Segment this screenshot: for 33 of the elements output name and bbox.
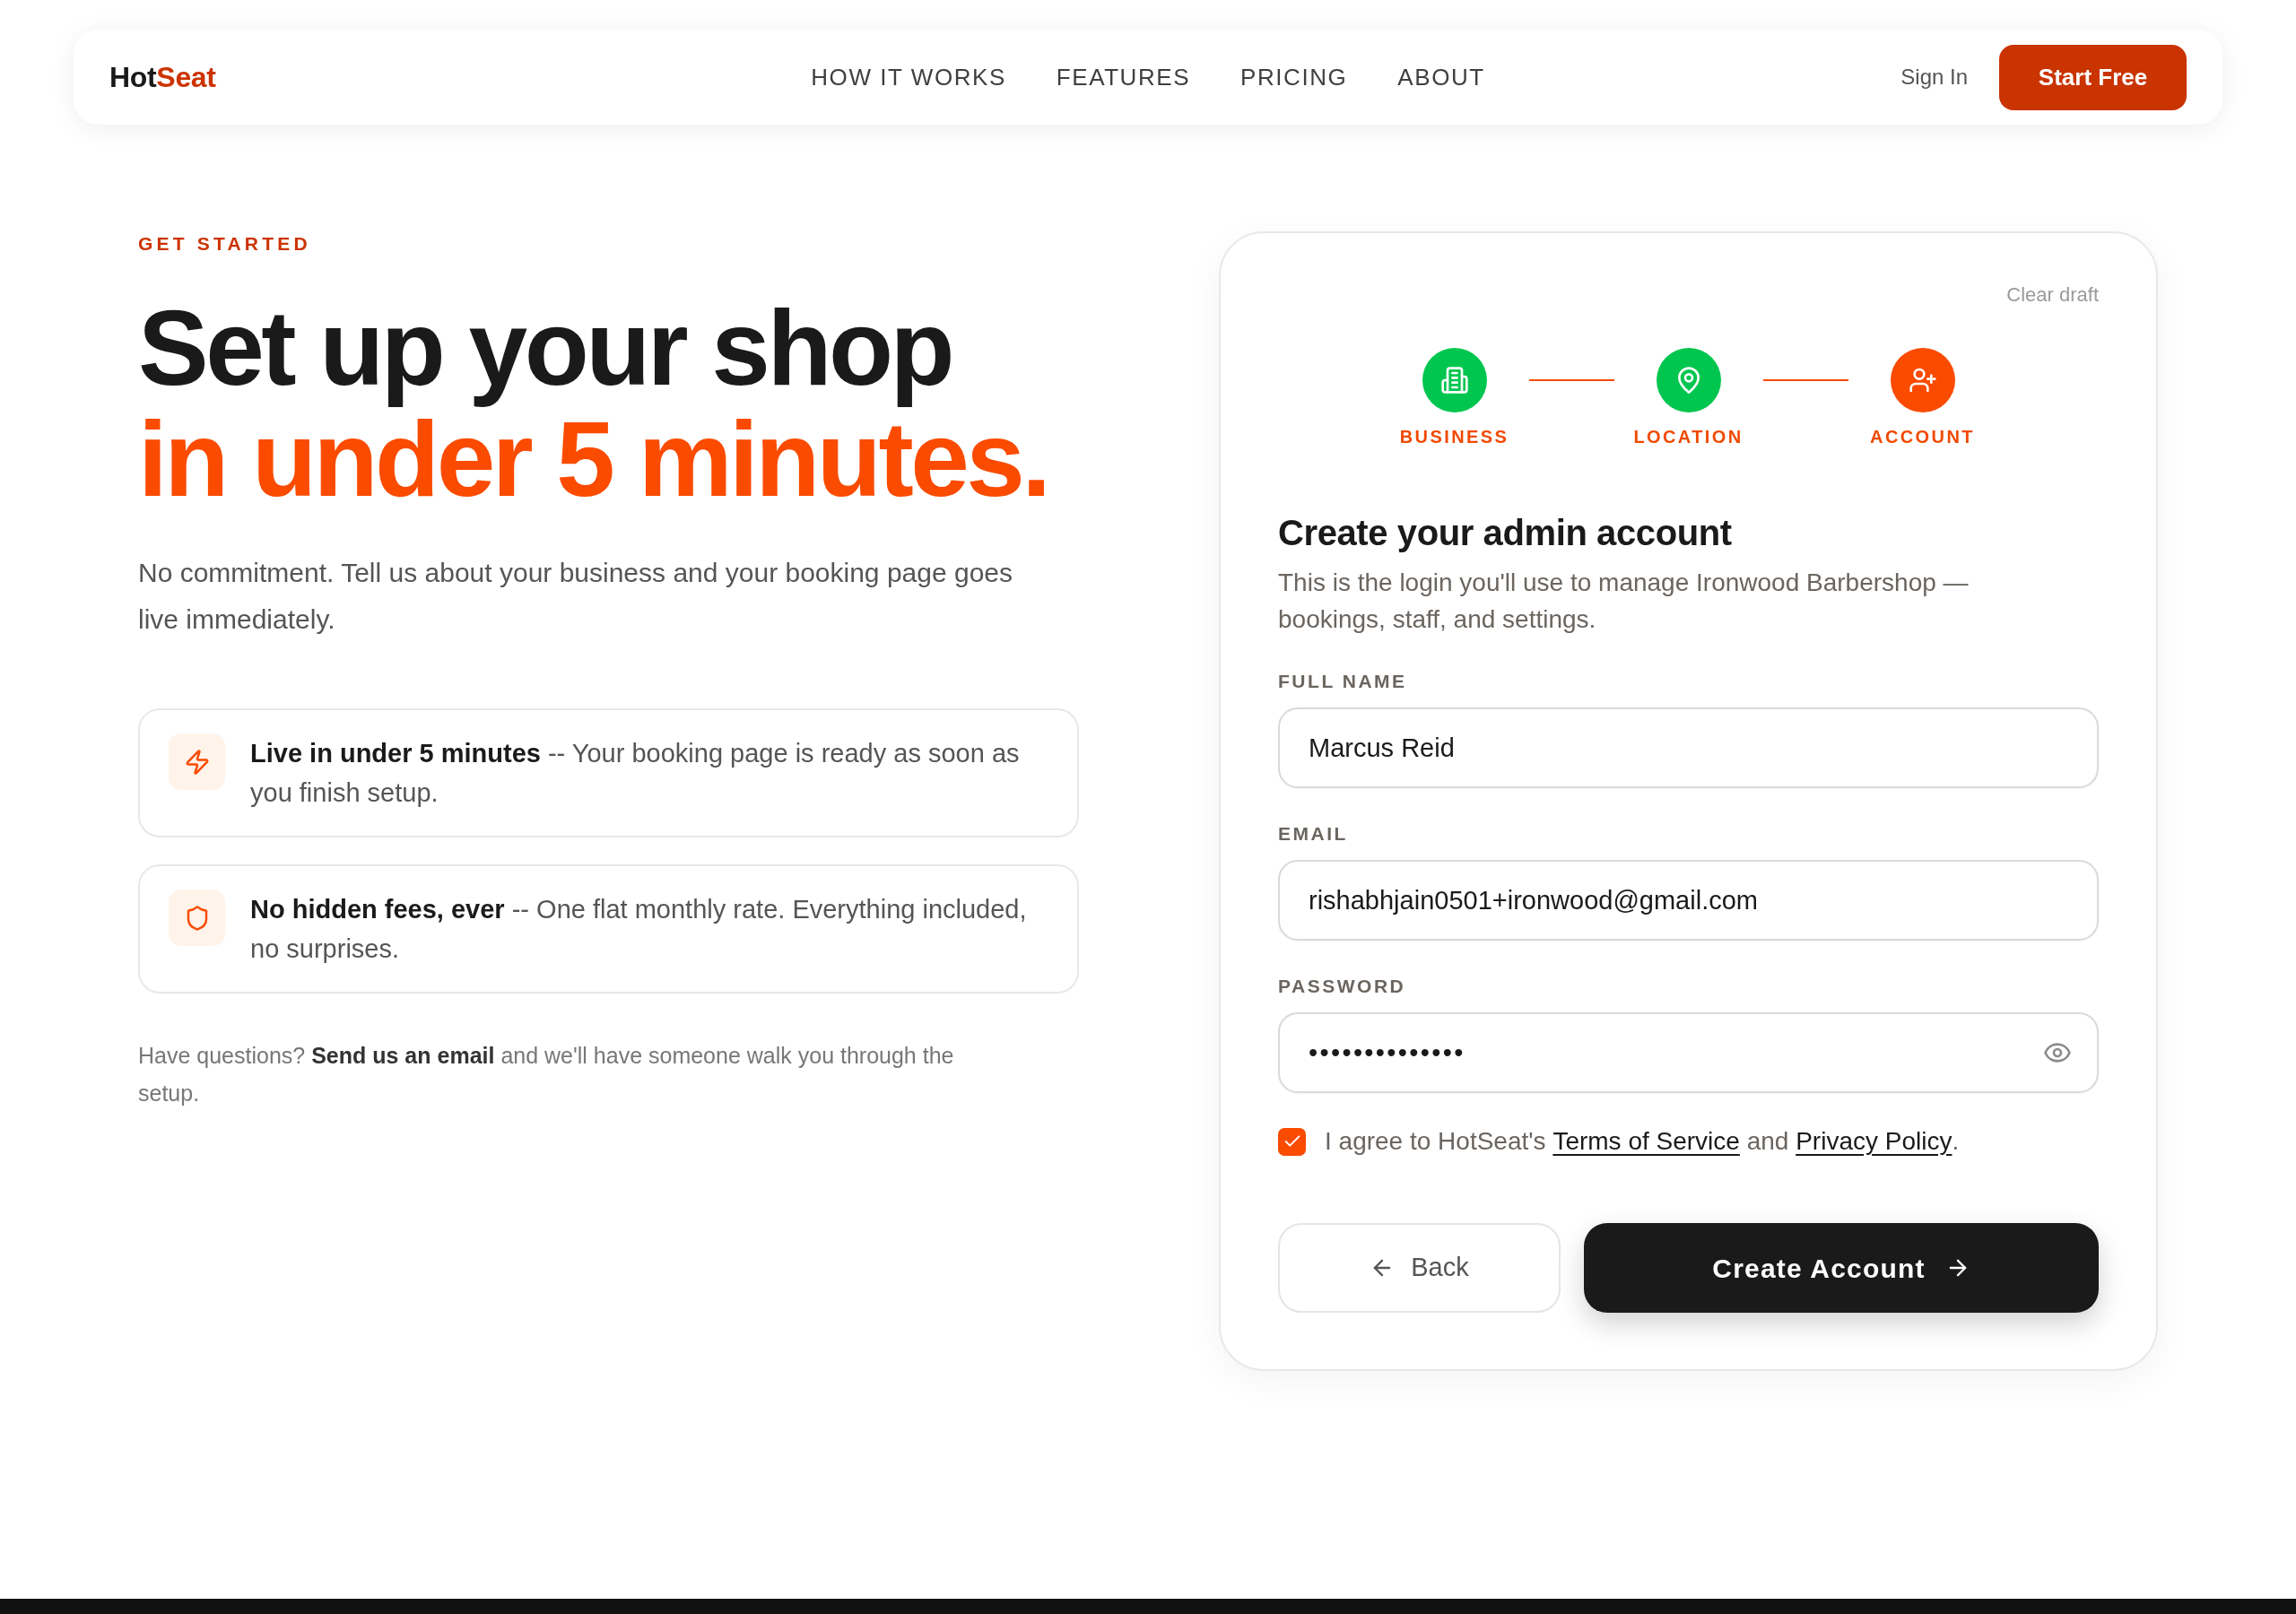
field-label: EMAIL [1278,822,1348,846]
email-input[interactable]: rishabhjain0501+ironwood@gmail.com [1278,860,2099,941]
nav-link[interactable]: FEATURES [1056,63,1191,91]
checkbox[interactable] [1278,1127,1306,1156]
feature-text: Live in under 5 minutes -- Your booking page is ready as soon as you finish setup. [250,738,1021,809]
start-free-button[interactable]: Start Free [1999,44,2187,110]
back-button[interactable]: Back [1278,1223,1561,1313]
step-label: BUSINESS [1399,426,1509,448]
password-input[interactable]: •••••••••••••• [1278,1012,2099,1093]
shield-icon [169,889,225,946]
nav-link[interactable]: ABOUT [1397,63,1485,91]
email-link[interactable]: Send us an email [311,1043,495,1068]
nav-link[interactable]: PRICING [1240,63,1348,91]
logo[interactable]: HotSeat [109,59,216,95]
form-subtitle: This is the login you'll use to manage Ironwood Barbershop — bookings, staff, and settings. [1278,568,1970,635]
field-label: FULL NAME [1278,670,1407,693]
help-text: Have questions? Send us an email and we'll have someone walk you through the setup. [138,1042,955,1107]
nav-link[interactable]: HOW IT WORKS [811,63,1006,91]
terms-of-service-link[interactable]: Terms of Service [1552,1127,1740,1155]
intro-text: No commitment. Tell us about your business and your booking page goes live immediately. [138,557,1013,636]
step-label: LOCATION [1633,426,1744,448]
terms-agreement-text: I agree to HotSeat's Terms of Service and Privacy Policy. [1325,1126,1960,1157]
name-input[interactable]: Marcus Reid [1278,707,2099,788]
eyebrow-text: GET STARTED [138,232,311,256]
create-account-button[interactable]: Create Account [1584,1223,2099,1313]
sign-in-link[interactable]: Sign In [1900,64,1968,91]
headline: Set up your shop in under 5 minutes. [138,292,1048,515]
privacy-policy-link[interactable]: Privacy Policy [1796,1127,1952,1155]
step-label: ACCOUNT [1870,426,1975,448]
lightning-bolt-icon [169,733,225,790]
form-title: Create your admin account [1278,512,1732,554]
feature-text: No hidden fees, ever -- One flat monthly rate. Everything included, no surprises. [250,894,1028,965]
field-label: PASSWORD [1278,975,1406,998]
